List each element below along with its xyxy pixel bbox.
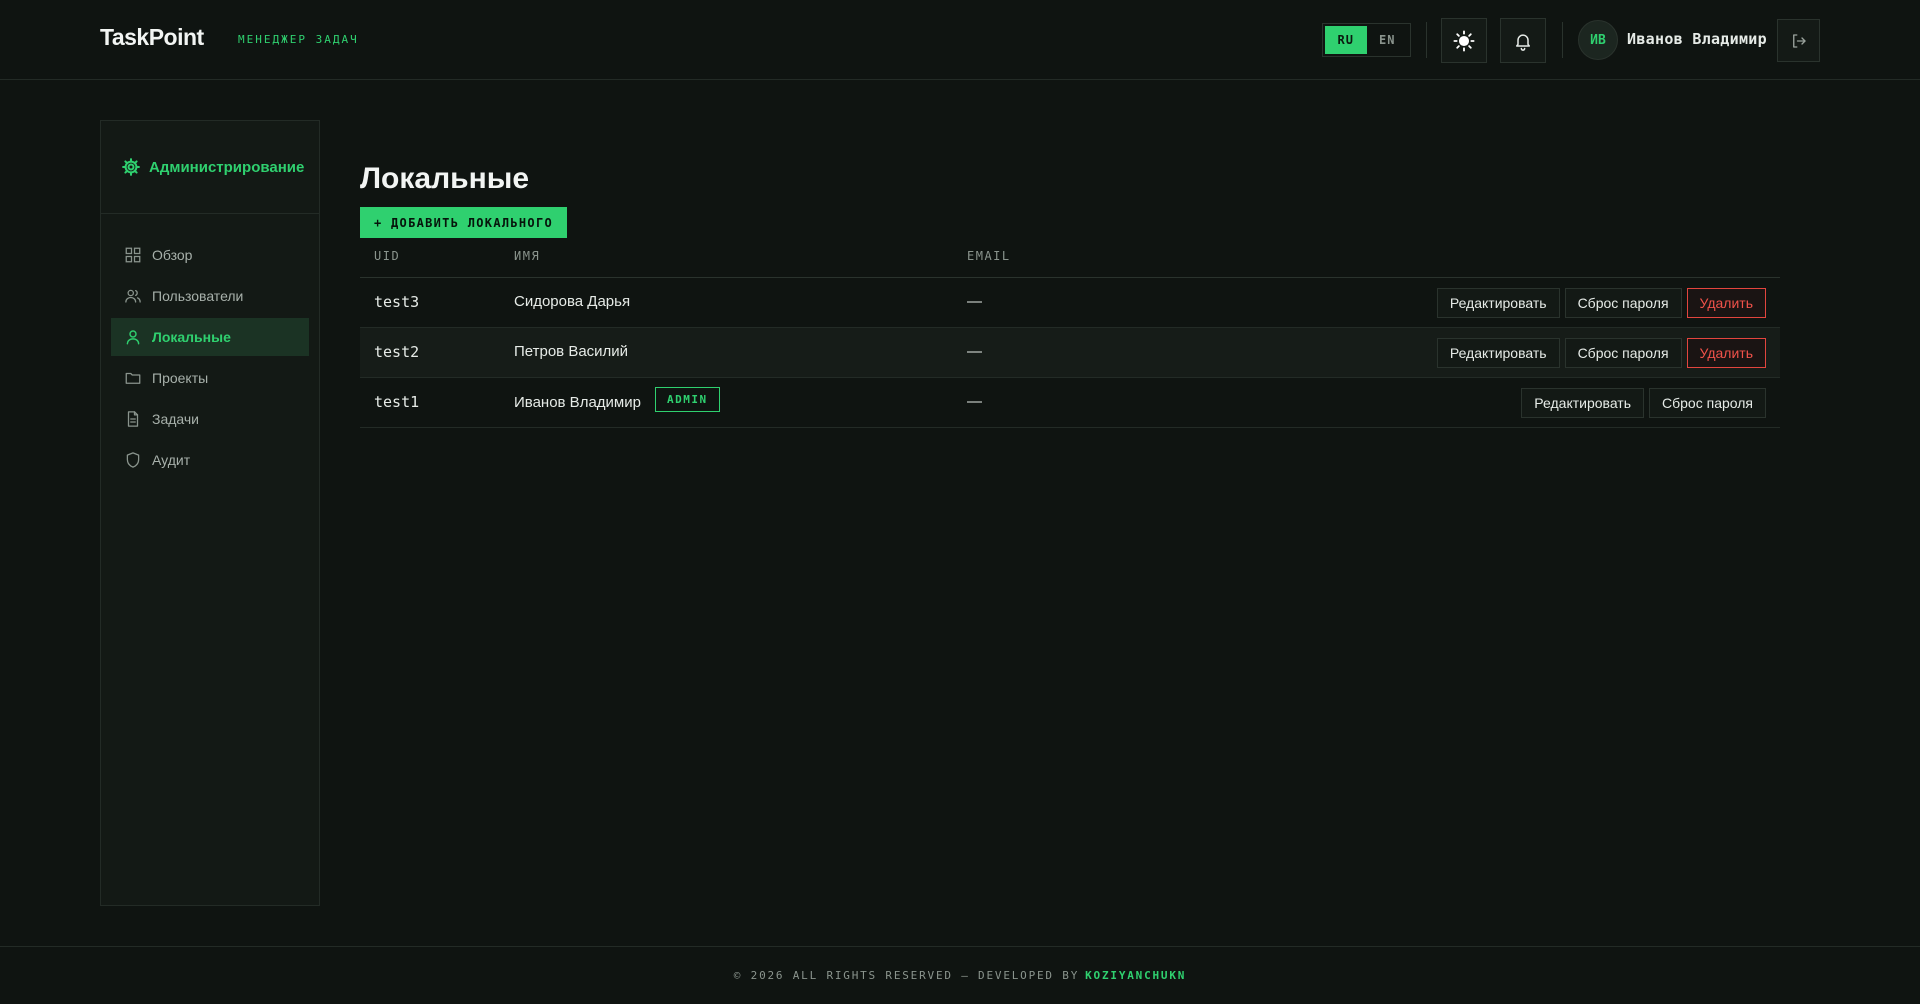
sidebar-item-audit[interactable]: Аудит [111, 441, 309, 479]
notifications-button[interactable] [1500, 18, 1546, 63]
logout-button[interactable] [1777, 19, 1820, 62]
table-row: test1 Иванов Владимир ADMIN — Редактиров… [360, 378, 1780, 428]
column-header-name: ИМЯ [514, 249, 541, 263]
add-local-user-button[interactable]: + ДОБАВИТЬ ЛОКАЛЬНОГО [360, 207, 567, 238]
sun-icon [1453, 29, 1475, 52]
shield-icon [126, 452, 140, 468]
avatar[interactable]: ИВ [1578, 20, 1618, 60]
users-icon [125, 289, 141, 303]
row-uid: test2 [374, 343, 420, 361]
sidebar-item-tasks[interactable]: Задачи [111, 400, 309, 438]
theme-toggle-button[interactable] [1441, 18, 1487, 63]
sidebar-header: Администрирование [101, 121, 319, 214]
local-users-table: UID ИМЯ EMAIL test3 Сидорова Дарья — Ред… [360, 240, 1780, 428]
sidebar-item-label: Проекты [152, 370, 209, 386]
reset-password-button[interactable]: Сброс пароля [1564, 288, 1682, 318]
folder-icon [125, 372, 141, 384]
edit-button[interactable]: Редактировать [1436, 288, 1560, 318]
user-icon [126, 330, 140, 345]
lang-ru-button[interactable]: RU [1325, 26, 1367, 54]
brand-subtitle: МЕНЕДЖЕР ЗАДАЧ [238, 33, 359, 46]
top-header: TaskPoint МЕНЕДЖЕР ЗАДАЧ RU EN ИВ Иванов… [0, 0, 1920, 80]
sidebar-item-label: Пользователи [152, 288, 244, 304]
row-actions: Редактировать Сброс пароля Удалить [1436, 288, 1766, 318]
page-title: Локальные [360, 162, 529, 195]
sidebar-item-local[interactable]: Локальные [111, 318, 309, 356]
bell-icon [1516, 33, 1530, 51]
row-name-cell: Петров Василий [514, 343, 628, 361]
row-email: — [967, 343, 982, 360]
sidebar-title: Администрирование [149, 158, 305, 176]
sidebar-item-users[interactable]: Пользователи [111, 277, 309, 315]
table-header: UID ИМЯ EMAIL [360, 240, 1780, 278]
footer-text: © 2026 ALL RIGHTS RESERVED — DEVELOPED B… [733, 969, 1080, 982]
row-email: — [967, 293, 982, 310]
grid-icon [125, 247, 141, 263]
header-user-name[interactable]: Иванов Владимир [1627, 30, 1767, 48]
row-actions: Редактировать Сброс пароля [1521, 388, 1766, 418]
sidebar-item-label: Обзор [152, 247, 193, 263]
language-switcher: RU EN [1322, 23, 1411, 57]
delete-button[interactable]: Удалить [1686, 338, 1766, 368]
column-header-uid: UID [374, 249, 401, 263]
reset-password-button[interactable]: Сброс пароля [1649, 388, 1766, 418]
row-name: Сидорова Дарья [514, 293, 631, 310]
row-actions: Редактировать Сброс пароля Удалить [1436, 338, 1766, 368]
lang-en-button[interactable]: EN [1367, 26, 1409, 54]
admin-sidebar: Администрирование Обзор Пользователи Лок… [100, 120, 320, 906]
table-row: test3 Сидорова Дарья — Редактировать Сбр… [360, 278, 1780, 328]
gear-icon [122, 158, 140, 176]
row-name-cell: Сидорова Дарья [514, 293, 630, 311]
reset-password-button[interactable]: Сброс пароля [1564, 338, 1682, 368]
developer-link[interactable]: KOZIYANCHUKN [1085, 969, 1186, 982]
sidebar-nav: Обзор Пользователи Локальные Проекты Зад… [101, 214, 319, 479]
header-divider [1426, 22, 1427, 58]
page-footer: © 2026 ALL RIGHTS RESERVED — DEVELOPED B… [0, 946, 1920, 1004]
row-uid: test3 [374, 293, 420, 311]
edit-button[interactable]: Редактировать [1436, 338, 1560, 368]
brand-logo[interactable]: TaskPoint [100, 24, 204, 51]
edit-button[interactable]: Редактировать [1521, 388, 1645, 418]
row-name: Петров Василий [514, 343, 629, 360]
admin-badge: ADMIN [654, 387, 720, 412]
document-icon [127, 411, 139, 427]
sidebar-item-label: Аудит [152, 452, 191, 468]
delete-button[interactable]: Удалить [1686, 288, 1766, 318]
sidebar-item-projects[interactable]: Проекты [111, 359, 309, 397]
row-name-cell: Иванов Владимир ADMIN [514, 387, 720, 412]
sidebar-item-label: Задачи [152, 411, 200, 427]
logout-icon [1792, 33, 1806, 48]
row-email: — [967, 393, 982, 410]
table-row: test2 Петров Василий — Редактировать Сбр… [360, 328, 1780, 378]
sidebar-item-label: Локальные [152, 329, 231, 345]
sidebar-item-overview[interactable]: Обзор [111, 236, 309, 274]
row-uid: test1 [374, 393, 420, 411]
header-divider [1562, 22, 1563, 58]
column-header-email: EMAIL [967, 249, 1011, 263]
row-name: Иванов Владимир [514, 393, 641, 411]
